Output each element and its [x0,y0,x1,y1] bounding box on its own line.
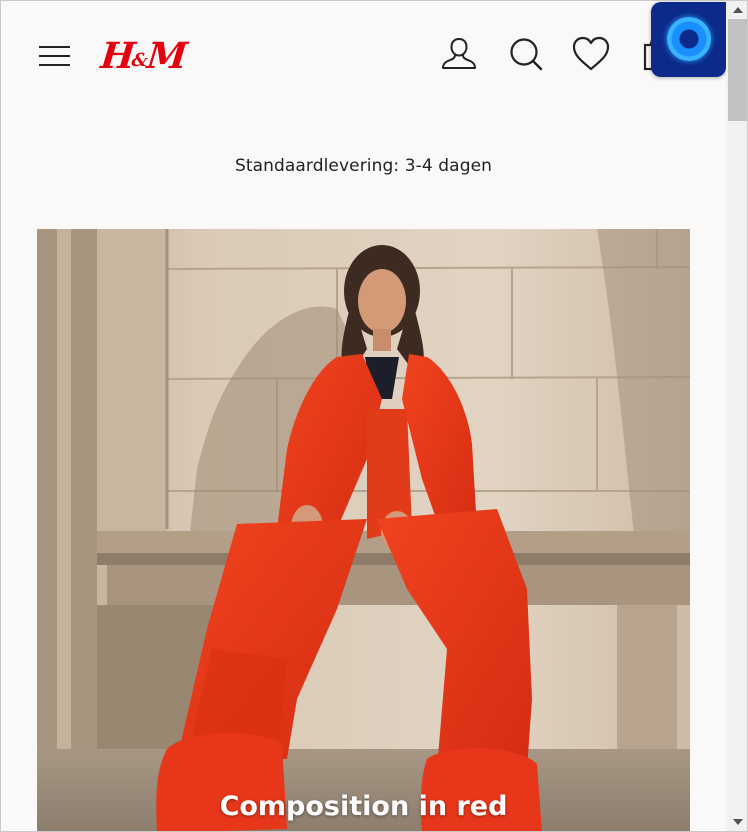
delivery-banner[interactable]: Standaardlevering: 3-4 dagen [1,156,726,176]
menu-icon[interactable] [39,44,71,68]
scroll-down-arrow-icon[interactable] [726,813,747,831]
assistant-orb-icon [667,17,711,61]
search-icon[interactable] [503,31,547,75]
page: H&M Standaardlevering: 3-4 dagen Composi… [1,1,726,831]
scroll-up-arrow-icon[interactable] [726,1,747,19]
hm-logo[interactable]: H&M [99,34,187,78]
vertical-scrollbar[interactable] [726,1,747,831]
hero-image [37,229,690,831]
browser-frame: H&M Standaardlevering: 3-4 dagen Composi… [0,0,748,832]
hero-banner[interactable]: Composition in red [37,229,690,831]
assistant-button[interactable] [651,2,726,77]
site-header: H&M [1,1,726,111]
scrollbar-thumb[interactable] [728,19,747,121]
hero-title[interactable]: Composition in red [37,791,690,822]
heart-icon[interactable] [569,31,613,75]
account-icon[interactable] [437,31,481,75]
